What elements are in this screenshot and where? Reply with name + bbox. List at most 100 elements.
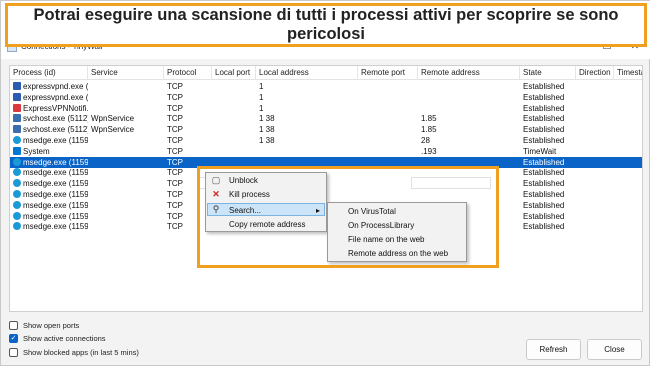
cell-text: 1 38	[259, 136, 275, 145]
table-row[interactable]: msedge.exe (11592) TCP 1 38 28 Established	[10, 135, 642, 146]
show-active-connections-option[interactable]: ✓ Show active connections	[9, 332, 106, 344]
column-header[interactable]: Remote address	[418, 66, 520, 80]
table-cell: Established	[520, 135, 576, 146]
table-cell	[358, 113, 418, 124]
table-cell: Established	[520, 178, 576, 189]
table-cell	[88, 189, 164, 200]
table-cell: Established	[520, 92, 576, 103]
cell-text: msedge.exe (11592)	[23, 222, 88, 232]
cell-text: Established	[523, 179, 565, 189]
table-cell	[576, 135, 614, 146]
table-cell: TCP	[164, 103, 212, 114]
cell-text: WpnService	[91, 125, 135, 135]
table-row[interactable]: svchost.exe (5112) WpnService TCP 1 38 1.85 E…	[10, 113, 642, 124]
column-header[interactable]: Local port	[212, 66, 256, 80]
cell-text: msedge.exe (11592)	[23, 211, 88, 221]
cell-text: TCP	[167, 168, 183, 178]
table-cell	[88, 200, 164, 211]
cell-text: msedge.exe (11592)	[23, 179, 88, 189]
table-row[interactable]: ExpressVPNNotifi... TCP 1 Established	[10, 103, 642, 114]
table-cell	[576, 200, 614, 211]
table-cell	[614, 146, 642, 157]
table-cell: msedge.exe (11592)	[10, 135, 88, 146]
table-cell: Established	[520, 200, 576, 211]
cell-text: msedge.exe (11592)	[23, 136, 88, 145]
table-cell	[418, 92, 520, 103]
table-cell	[358, 135, 418, 146]
column-header[interactable]: Local address	[256, 66, 358, 80]
cell-text: ExpressVPNNotifi...	[23, 103, 88, 113]
column-header[interactable]: Protocol	[164, 66, 212, 80]
show-open-ports-option[interactable]: Show open ports	[9, 319, 79, 331]
cell-text: 28	[421, 136, 430, 145]
cell-text: Established	[523, 211, 565, 221]
cell-text: expressvpnd.exe (...	[23, 82, 88, 91]
cell-text: Established	[523, 125, 565, 135]
cell-text: TCP	[167, 222, 183, 232]
table-cell	[576, 178, 614, 189]
checkmark-icon: ✓	[10, 335, 17, 342]
checkbox-label: Show open ports	[23, 320, 80, 330]
table-cell	[358, 124, 418, 135]
checkbox-show-blocked-apps[interactable]	[9, 347, 18, 357]
cell-text: 1.85	[421, 114, 437, 124]
table-cell	[358, 146, 418, 157]
table-cell: Established	[520, 167, 576, 178]
table-cell: msedge.exe (11592)	[10, 211, 88, 222]
table-cell: 1	[256, 92, 358, 103]
windows-icon	[13, 146, 21, 155]
column-header[interactable]: Process (id)	[10, 66, 88, 80]
cell-text: TCP	[167, 211, 183, 221]
table-cell	[576, 221, 614, 232]
column-header[interactable]: Direction	[576, 66, 614, 80]
table-cell: msedge.exe (11592)	[10, 221, 88, 232]
connections-window: Connections - TinyWall — ☐ ✕ Process (id…	[0, 0, 650, 366]
table-row[interactable]: expressvpnd.exe (... TCP 1 Established	[10, 81, 642, 92]
cell-text: expressvpnd.exe (...	[23, 92, 88, 102]
expressvpn-icon	[13, 82, 21, 90]
cell-text: Established	[523, 82, 565, 91]
cell-text: TCP	[167, 136, 183, 145]
table-cell	[614, 211, 642, 222]
table-cell	[358, 103, 418, 114]
table-row[interactable]: expressvpnd.exe (... TCP 1 Established	[10, 92, 642, 103]
table-cell: 1 38	[256, 124, 358, 135]
checkbox-show-active-connections[interactable]: ✓	[9, 333, 18, 343]
column-header[interactable]: Service	[88, 66, 164, 80]
edge-icon	[13, 179, 21, 188]
table-cell	[576, 146, 614, 157]
edge-icon	[13, 168, 21, 177]
table-cell: WpnService	[88, 113, 164, 124]
checkbox-show-open-ports[interactable]	[9, 320, 18, 330]
column-header[interactable]: State	[520, 66, 576, 80]
table-cell: 28	[418, 135, 520, 146]
table-cell	[358, 81, 418, 92]
cell-text: msedge.exe (11592)	[23, 200, 88, 210]
table-cell: Established	[520, 124, 576, 135]
cell-text: Established	[523, 114, 565, 124]
cell-text: TCP	[167, 200, 183, 210]
expressvpn-icon	[13, 92, 21, 101]
table-cell	[576, 113, 614, 124]
refresh-button[interactable]: Refresh	[526, 339, 581, 360]
table-row[interactable]: svchost.exe (5112) WpnService TCP 1 38 1.85 E…	[10, 124, 642, 135]
table-cell: Established	[520, 103, 576, 114]
column-header[interactable]: Timestamp	[614, 66, 642, 80]
cell-text: TCP	[167, 82, 183, 91]
column-header[interactable]: Remote port	[358, 66, 418, 80]
cell-text: .193	[421, 146, 437, 156]
edge-icon	[13, 211, 21, 220]
table-cell: Established	[520, 211, 576, 222]
table-cell	[614, 135, 642, 146]
close-button[interactable]: Close	[587, 339, 642, 360]
table-cell: msedge.exe (11592)	[10, 157, 88, 168]
banner-text: Potrai eseguire una scansione di tutti i…	[33, 6, 619, 43]
table-cell: ExpressVPNNotifi...	[10, 103, 88, 114]
cell-text: Established	[523, 103, 565, 113]
table-row[interactable]: System TCP .193 TimeWait	[10, 146, 642, 157]
table-cell	[576, 103, 614, 114]
show-blocked-apps-option[interactable]: Show blocked apps (in last 5 mins)	[9, 346, 139, 358]
cell-text: Established	[523, 168, 565, 178]
cell-text: System	[23, 146, 50, 156]
highlight-frame	[197, 166, 499, 268]
